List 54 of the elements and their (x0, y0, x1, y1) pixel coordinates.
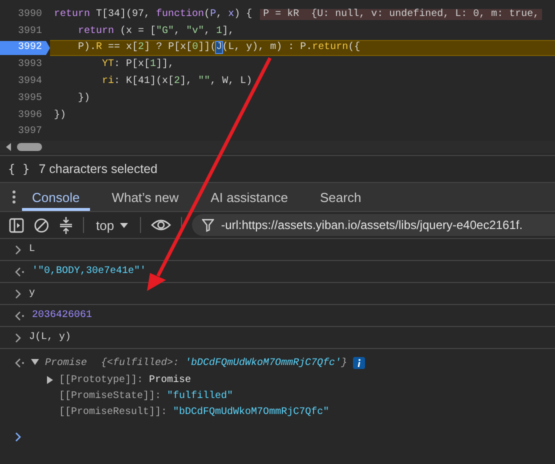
object-preview: {<fulfilled>: 'bDCdFQmUdWkoM7OmmRjC7Qfc'} (101, 358, 348, 369)
result-arrow-icon (15, 266, 25, 277)
eye-icon[interactable] (151, 218, 172, 232)
prompt-chevron-icon[interactable] (15, 432, 22, 442)
command-text: J(L, y) (29, 332, 72, 344)
drawer-tab[interactable]: Search (310, 183, 372, 212)
result-arrow-icon (15, 310, 25, 321)
code-line: }) (54, 110, 66, 121)
more-options-icon[interactable] (12, 190, 16, 204)
code-line: P).R == x[2] ? P[x[0]](J(L, y), m) : P.return({ (77, 42, 360, 54)
line-number: 3994 (16, 75, 43, 90)
expand-triangle-icon[interactable] (47, 376, 54, 384)
code-line: YT: P[x[1]], (101, 59, 174, 70)
object-property: [[PromiseState]]: "fulfilled" (59, 390, 234, 402)
code-line: }) (77, 92, 90, 104)
command-text: y (29, 288, 36, 300)
clear-console-icon[interactable] (34, 218, 49, 233)
line-number: 3996 (16, 108, 43, 123)
input-chevron-icon (15, 244, 22, 255)
result-value-text: 2036426061 (32, 310, 92, 322)
paused-line-number: 3992 (0, 40, 50, 55)
command-text: L (29, 244, 36, 256)
drawer-tab[interactable]: AI assistance (200, 183, 298, 212)
info-icon[interactable] (353, 357, 366, 370)
drawer-tab[interactable]: What’s new (102, 183, 189, 212)
context-dropdown[interactable]: top (94, 218, 130, 233)
horizontal-scrollbar[interactable] (0, 141, 555, 154)
scrollbar-thumb[interactable] (17, 143, 42, 152)
code-line: ri: K[41](x[2], "", W, L) (101, 76, 252, 88)
object-property: [[PromiseResult]]: "bDCdFQmUdWkoM7OmmRjC7Qfc" (59, 406, 330, 418)
filter-icon (202, 218, 214, 232)
pretty-print-icon[interactable]: { } (8, 162, 30, 176)
sidebar-toggle-icon[interactable] (9, 218, 24, 233)
line-number: 3991 (16, 24, 43, 39)
drawer-tab[interactable]: Console (22, 183, 90, 212)
result-arrow-icon (15, 358, 25, 368)
code-line: return (x = ["G", "v", 1], (77, 26, 234, 37)
filter-field[interactable]: -url:https://assets.yiban.io/assets/libs/jquery-e40ec2161f. (192, 214, 555, 236)
input-chevron-icon (15, 332, 22, 343)
collapse-icon[interactable] (59, 216, 73, 234)
caret-icon (120, 222, 128, 228)
code-line: return T[34](97, function(P, x) { (54, 8, 252, 20)
inline-value: P = kR {U: null, v: undefined, L: 0, m: true, (260, 8, 542, 20)
line-number: 3995 (16, 92, 43, 106)
scroll-left-icon[interactable] (5, 142, 12, 152)
object-property: [[Prototype]]: Promise (59, 374, 192, 386)
object-label[interactable]: Promise (45, 358, 88, 369)
line-number: 3997 (16, 125, 43, 140)
line-number: 3993 (16, 58, 43, 72)
expand-triangle-icon[interactable] (31, 359, 39, 368)
line-number: 3990 (16, 8, 43, 22)
status-text: 7 characters selected (38, 162, 158, 176)
input-chevron-icon (15, 288, 22, 299)
result-value-text: '"0,BODY,30e7e41e"' (32, 266, 146, 278)
